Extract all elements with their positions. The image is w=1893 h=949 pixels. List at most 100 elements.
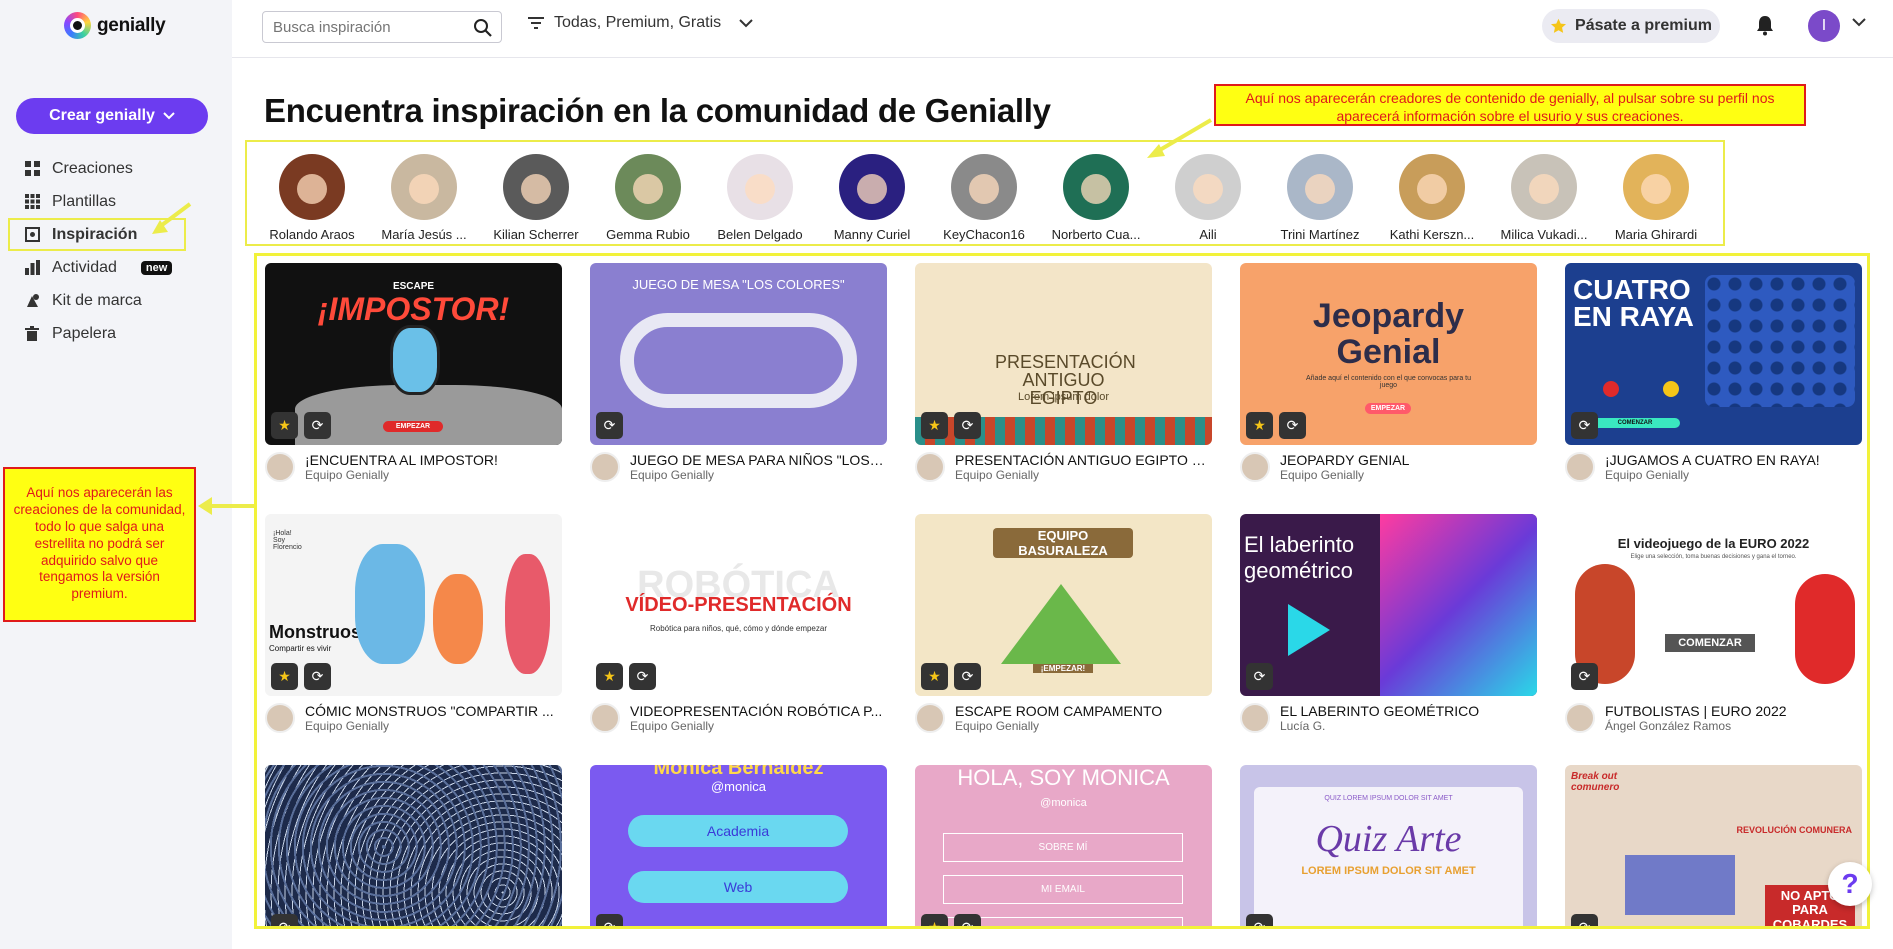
sidebar-item-kit-de-marca[interactable]: Kit de marca	[16, 284, 186, 317]
card-thumbnail[interactable]: HOLA, SOY MONICA@monicaSOBRE MÍMI EMAILM…	[915, 765, 1212, 926]
creation-card[interactable]: Mónica Bernáldez@monicaAcademiaWebMira m…	[590, 765, 887, 926]
creator-profile[interactable]: Norberto Cua...	[1041, 154, 1151, 242]
card-thumbnail[interactable]: QUIZ LOREM IPSUM DOLOR SIT AMET Quiz Arte…	[1240, 765, 1537, 926]
search-input[interactable]	[273, 18, 501, 36]
card-thumbnail[interactable]: Break out comunero REVOLUCIÓN COMUNERA NO …	[1565, 765, 1862, 926]
creator-profile[interactable]: Milica Vukadi...	[1489, 154, 1599, 242]
card-meta: JEOPARDY GENIAL Equipo Genially	[1240, 452, 1537, 482]
sidebar-item-creaciones[interactable]: Creaciones	[16, 152, 186, 185]
reuse-icon[interactable]: ⟳	[1571, 914, 1598, 926]
creation-card[interactable]: El videojuego de la EURO 2022 Elige una s…	[1565, 514, 1862, 733]
creation-card[interactable]: CUATRO EN RAYA COMENZAR ⟳ ¡JUGAMOS A CUATRO…	[1565, 263, 1862, 482]
new-badge: new	[140, 260, 173, 275]
search-icon[interactable]	[473, 18, 493, 38]
card-author[interactable]: Ángel González Ramos	[1605, 719, 1860, 733]
card-thumbnail[interactable]: ROBÓTICA VÍDEO-PRESENTACIÓN Robótica para …	[590, 514, 887, 696]
card-thumbnail[interactable]: CUATRO EN RAYA COMENZAR ⟳	[1565, 263, 1862, 445]
creator-profile[interactable]: Kathi Kerszn...	[1377, 154, 1487, 242]
card-icons: ★ ⟳	[921, 412, 981, 439]
card-author[interactable]: Equipo Genially	[305, 468, 560, 482]
creator-profile[interactable]: KeyChacon16	[929, 154, 1039, 242]
creation-card[interactable]: Break out comunero REVOLUCIÓN COMUNERA NO …	[1565, 765, 1862, 926]
thumbnail-text: MI EMAIL	[943, 875, 1183, 904]
reuse-icon[interactable]: ⟳	[954, 914, 981, 926]
card-thumbnail[interactable]: PRESENTACIÓN ANTIGUO EGIPTO Lorem ipsum d…	[915, 263, 1212, 445]
reuse-icon[interactable]: ⟳	[1571, 663, 1598, 690]
card-thumbnail[interactable]: JUEGO DE MESA "LOS COLORES" ⟳	[590, 263, 887, 445]
card-title[interactable]: CÓMIC MONSTRUOS "COMPARTIR ...	[305, 703, 560, 719]
reuse-icon[interactable]: ⟳	[954, 663, 981, 690]
creation-card[interactable]: HOLA, SOY MONICA@monicaSOBRE MÍMI EMAILM…	[915, 765, 1212, 926]
creator-profile[interactable]: Aili	[1153, 154, 1263, 242]
creation-card[interactable]: EQUIPO BASURALEZA ¡EMPEZAR! ★ ⟳ ESCAPE ROOM …	[915, 514, 1212, 733]
card-thumbnail[interactable]: ESCAPE ¡IMPOSTOR! EMPEZAR ★ ⟳	[265, 263, 562, 445]
creation-card[interactable]: QUIZ LOREM IPSUM DOLOR SIT AMET Quiz Arte…	[1240, 765, 1537, 926]
creator-profile[interactable]: María Jesús ...	[369, 154, 479, 242]
card-title[interactable]: ¡ENCUENTRA AL IMPOSTOR!	[305, 452, 560, 468]
card-thumbnail[interactable]: El videojuego de la EURO 2022 Elige una s…	[1565, 514, 1862, 696]
card-thumbnail[interactable]: EQUIPO BASURALEZA ¡EMPEZAR! ★ ⟳	[915, 514, 1212, 696]
reuse-icon[interactable]: ⟳	[1246, 914, 1273, 926]
reuse-icon[interactable]: ⟳	[629, 663, 656, 690]
creation-card[interactable]: ESCAPE ¡IMPOSTOR! EMPEZAR ★ ⟳ ¡ENCUENTRA AL I…	[265, 263, 562, 482]
card-author[interactable]: Lucía G.	[1280, 719, 1535, 733]
card-thumbnail[interactable]: Monstruos Compartir es vivir ¡Hola! Soy Fl…	[265, 514, 562, 696]
card-thumbnail[interactable]: El laberinto geométrico ⟳	[1240, 514, 1537, 696]
filter-dropdown[interactable]: Todas, Premium, Gratis	[528, 14, 753, 32]
create-genially-button[interactable]: Crear genially	[16, 98, 208, 134]
card-title[interactable]: JEOPARDY GENIAL	[1280, 452, 1535, 468]
creator-profile[interactable]: Maria Ghirardi	[1601, 154, 1711, 242]
reuse-icon[interactable]: ⟳	[596, 914, 623, 926]
card-thumbnail[interactable]: Mónica Bernáldez@monicaAcademiaWebMira m…	[590, 765, 887, 926]
card-thumbnail[interactable]: Jeopardy Genial Añade aquí el contenido c…	[1240, 263, 1537, 445]
reuse-icon[interactable]: ⟳	[1246, 663, 1273, 690]
creation-card[interactable]: ⟳	[265, 765, 562, 926]
card-thumbnail[interactable]: ⟳	[265, 765, 562, 926]
reuse-icon[interactable]: ⟳	[596, 412, 623, 439]
reuse-icon[interactable]: ⟳	[271, 914, 298, 926]
creation-card[interactable]: Monstruos Compartir es vivir ¡Hola! Soy Fl…	[265, 514, 562, 733]
creator-profile[interactable]: Gemma Rubio	[593, 154, 703, 242]
card-title[interactable]: ESCAPE ROOM CAMPAMENTO	[955, 703, 1210, 719]
card-author[interactable]: Equipo Genially	[630, 468, 885, 482]
genially-logo[interactable]: genially	[64, 12, 166, 39]
creator-profile[interactable]: Kilian Scherrer	[481, 154, 591, 242]
creation-card[interactable]: PRESENTACIÓN ANTIGUO EGIPTO Lorem ipsum d…	[915, 263, 1212, 482]
card-author[interactable]: Equipo Genially	[1280, 468, 1535, 482]
card-title[interactable]: ¡JUGAMOS A CUATRO EN RAYA!	[1605, 452, 1860, 468]
card-title[interactable]: JUEGO DE MESA PARA NIÑOS "LOS ...	[630, 452, 885, 468]
sidebar-item-actividad[interactable]: Actividad new	[16, 251, 186, 284]
thumbnail-text: Break out comunero	[1571, 771, 1620, 793]
help-icon: ?	[1841, 868, 1859, 899]
thumbnail-text: @monica	[710, 779, 767, 794]
card-author[interactable]: Equipo Genially	[1605, 468, 1860, 482]
creation-card[interactable]: Jeopardy Genial Añade aquí el contenido c…	[1240, 263, 1537, 482]
help-button[interactable]: ?	[1828, 862, 1872, 906]
reuse-icon[interactable]: ⟳	[1571, 412, 1598, 439]
reuse-icon[interactable]: ⟳	[304, 412, 331, 439]
creation-card[interactable]: ROBÓTICA VÍDEO-PRESENTACIÓN Robótica para …	[590, 514, 887, 733]
card-author[interactable]: Equipo Genially	[955, 719, 1210, 733]
creator-profile[interactable]: Trini Martínez	[1265, 154, 1375, 242]
reuse-icon[interactable]: ⟳	[304, 663, 331, 690]
card-author[interactable]: Equipo Genially	[305, 719, 560, 733]
reuse-icon[interactable]: ⟳	[1279, 412, 1306, 439]
card-title[interactable]: PRESENTACIÓN ANTIGUO EGIPTO P...	[955, 452, 1210, 468]
card-author[interactable]: Equipo Genially	[955, 468, 1210, 482]
card-title[interactable]: EL LABERINTO GEOMÉTRICO	[1280, 703, 1535, 719]
card-title[interactable]: VIDEOPRESENTACIÓN ROBÓTICA P...	[630, 703, 885, 719]
user-avatar[interactable]: I	[1808, 10, 1840, 42]
bell-icon[interactable]	[1754, 14, 1776, 36]
thumbnail-text: Web	[628, 871, 848, 903]
creator-profile[interactable]: Rolando Araos	[257, 154, 367, 242]
go-premium-button[interactable]: Pásate a premium	[1542, 9, 1720, 43]
creation-card[interactable]: El laberinto geométrico ⟳ EL LABERINTO GEO…	[1240, 514, 1537, 733]
card-author[interactable]: Equipo Genially	[630, 719, 885, 733]
creator-profile[interactable]: Manny Curiel	[817, 154, 927, 242]
sidebar-item-papelera[interactable]: Papelera	[16, 317, 186, 350]
creation-card[interactable]: JUEGO DE MESA "LOS COLORES" ⟳ JUEGO DE MES…	[590, 263, 887, 482]
chevron-down-icon[interactable]	[1852, 18, 1866, 27]
reuse-icon[interactable]: ⟳	[954, 412, 981, 439]
creator-profile[interactable]: Belen Delgado	[705, 154, 815, 242]
card-title[interactable]: FUTBOLISTAS | EURO 2022	[1605, 703, 1860, 719]
